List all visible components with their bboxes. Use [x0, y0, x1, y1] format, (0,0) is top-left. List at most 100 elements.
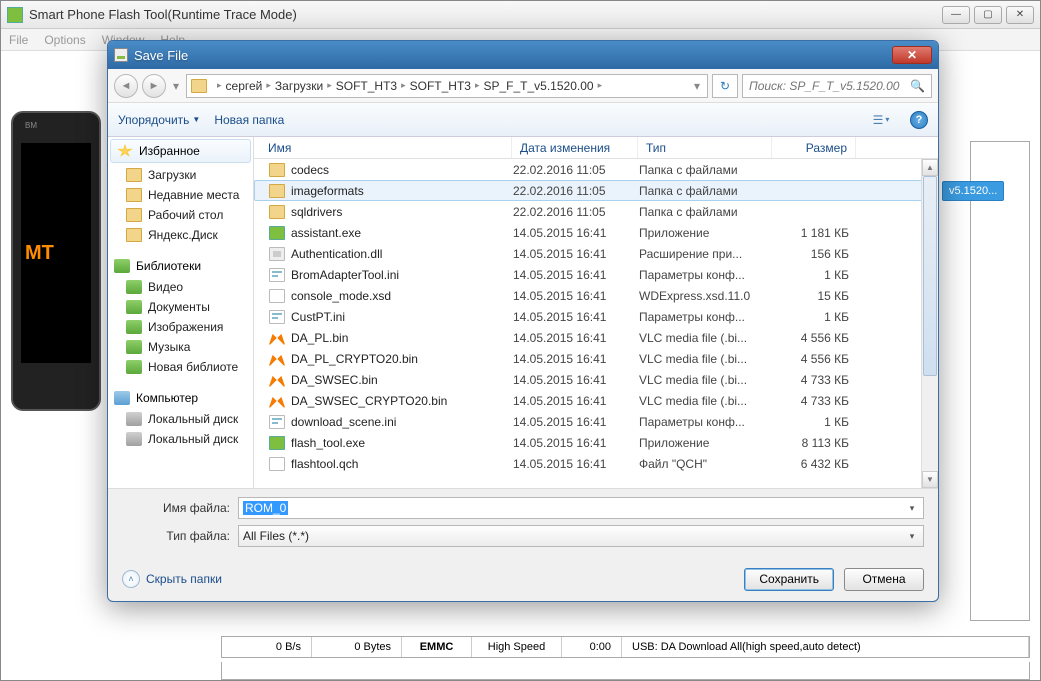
sidebar-computer[interactable]: Компьютер — [108, 387, 253, 409]
file-row[interactable]: DA_SWSEC_CRYPTO20.bin14.05.2015 16:41VLC… — [254, 390, 938, 411]
filename-dropdown[interactable]: ▾ — [905, 503, 919, 514]
menu-file[interactable]: File — [9, 33, 28, 47]
sidebar-item[interactable]: Локальный диск — [108, 409, 253, 429]
file-row[interactable]: flashtool.qch14.05.2015 16:41Файл "QCH"6… — [254, 453, 938, 474]
dialog-titlebar: Save File ✕ — [108, 41, 938, 69]
col-size[interactable]: Размер — [772, 137, 856, 158]
maximize-button[interactable]: ▢ — [974, 6, 1002, 24]
file-icon — [269, 310, 285, 324]
folder-icon — [126, 360, 142, 374]
file-row[interactable]: DA_PL.bin14.05.2015 16:41VLC media file … — [254, 327, 938, 348]
folder-icon — [126, 188, 142, 202]
sidebar-item[interactable]: Загрузки — [108, 165, 253, 185]
file-row[interactable]: imageformats22.02.2016 11:05Папка с файл… — [254, 180, 938, 201]
new-folder-button[interactable]: Новая папка — [214, 113, 284, 127]
sidebar-libraries[interactable]: Библиотеки — [108, 255, 253, 277]
sidebar-item[interactable]: Документы — [108, 297, 253, 317]
nav-history-dropdown[interactable]: ▾ — [170, 76, 182, 96]
filetype-select[interactable]: All Files (*.*) ▾ — [238, 525, 924, 547]
sidebar-item[interactable]: Локальный диск — [108, 429, 253, 449]
refresh-button[interactable]: ↻ — [712, 74, 738, 98]
file-row[interactable]: console_mode.xsd14.05.2015 16:41WDExpres… — [254, 285, 938, 306]
sidebar-item[interactable]: Новая библиоте — [108, 357, 253, 377]
nav-back-button[interactable]: ◄ — [114, 74, 138, 98]
file-row[interactable]: sqldrivers22.02.2016 11:05Папка с файлам… — [254, 201, 938, 222]
status-storage: EMMC — [402, 637, 472, 657]
close-main-button[interactable]: ✕ — [1006, 6, 1034, 24]
hide-folders-toggle[interactable]: ˄ Скрыть папки — [122, 570, 222, 588]
minimize-button[interactable]: — — [942, 6, 970, 24]
save-file-dialog: Save File ✕ ◄ ► ▾ ▸ сергей▸ Загрузки▸ SO… — [107, 40, 939, 602]
scroll-down-button[interactable]: ▼ — [922, 471, 938, 488]
scroll-thumb[interactable] — [923, 176, 937, 376]
file-row[interactable]: assistant.exe14.05.2015 16:41Приложение1… — [254, 222, 938, 243]
dialog-toolbar: Упорядочить ▼ Новая папка ☰▾ ? — [108, 103, 938, 137]
chevron-up-icon: ˄ — [122, 570, 140, 588]
version-chip[interactable]: v5.1520... — [942, 181, 1004, 201]
file-row[interactable]: download_scene.ini14.05.2015 16:41Параме… — [254, 411, 938, 432]
file-icon — [269, 268, 285, 282]
dialog-icon — [114, 48, 128, 62]
file-icon — [269, 352, 285, 366]
filetype-label: Тип файла: — [122, 529, 238, 543]
status-speed: High Speed — [472, 637, 562, 657]
scroll-up-button[interactable]: ▲ — [922, 159, 938, 176]
status-bytes: 0 Bytes — [312, 637, 402, 657]
sidebar-item[interactable]: Музыка — [108, 337, 253, 357]
file-row[interactable]: codecs22.02.2016 11:05Папка с файлами — [254, 159, 938, 180]
folder-icon — [126, 412, 142, 426]
filename-input[interactable]: ROM_0 — [243, 501, 288, 515]
folder-icon — [126, 280, 142, 294]
dialog-title: Save File — [134, 48, 892, 63]
search-input[interactable] — [749, 79, 906, 93]
folder-icon — [126, 228, 142, 242]
sidebar-item[interactable]: Яндекс.Диск — [108, 225, 253, 245]
sidebar-item[interactable]: Видео — [108, 277, 253, 297]
dialog-close-button[interactable]: ✕ — [892, 46, 932, 64]
file-icon — [269, 226, 285, 240]
view-mode-button[interactable]: ☰▾ — [866, 110, 896, 130]
file-list: Имя Дата изменения Тип Размер codecs22.0… — [254, 137, 938, 488]
file-row[interactable]: CustPT.ini14.05.2015 16:41Параметры конф… — [254, 306, 938, 327]
footer-bar — [221, 662, 1030, 680]
save-button[interactable]: Сохранить — [744, 568, 834, 591]
sidebar-item[interactable]: Недавние места — [108, 185, 253, 205]
folder-icon — [126, 432, 142, 446]
vertical-scrollbar[interactable]: ▲ ▼ — [921, 159, 938, 488]
app-icon — [7, 7, 23, 23]
file-icon — [269, 247, 285, 261]
menu-options[interactable]: Options — [44, 33, 85, 47]
filename-field[interactable]: ROM_0 ▾ — [238, 497, 924, 519]
path-dropdown[interactable]: ▾ — [691, 76, 703, 96]
file-row[interactable]: BromAdapterTool.ini14.05.2015 16:41Парам… — [254, 264, 938, 285]
col-date[interactable]: Дата изменения — [512, 137, 638, 158]
file-row[interactable]: DA_PL_CRYPTO20.bin14.05.2015 16:41VLC me… — [254, 348, 938, 369]
file-icon — [269, 394, 285, 408]
dialog-inputs: Имя файла: ROM_0 ▾ Тип файла: All Files … — [108, 489, 938, 557]
sidebar-favorites[interactable]: Избранное — [110, 139, 251, 163]
search-box[interactable]: 🔍 — [742, 74, 932, 98]
col-type[interactable]: Тип — [638, 137, 772, 158]
file-row[interactable]: flash_tool.exe14.05.2015 16:41Приложение… — [254, 432, 938, 453]
file-row[interactable]: Authentication.dll14.05.2015 16:41Расшир… — [254, 243, 938, 264]
sidebar-item[interactable]: Изображения — [108, 317, 253, 337]
folder-icon — [191, 79, 207, 93]
cancel-button[interactable]: Отмена — [844, 568, 924, 591]
search-icon: 🔍 — [910, 79, 925, 93]
breadcrumb-path[interactable]: ▸ сергей▸ Загрузки▸ SOFT_HT3▸ SOFT_HT3▸ … — [186, 74, 708, 98]
main-title: Smart Phone Flash Tool(Runtime Trace Mod… — [29, 7, 942, 22]
sidebar-item[interactable]: Рабочий стол — [108, 205, 253, 225]
file-row[interactable]: DA_SWSEC.bin14.05.2015 16:41VLC media fi… — [254, 369, 938, 390]
col-name[interactable]: Имя — [254, 137, 512, 158]
folder-icon — [126, 208, 142, 222]
file-icon — [269, 163, 285, 177]
file-icon — [269, 184, 285, 198]
nav-forward-button[interactable]: ► — [142, 74, 166, 98]
phone-preview: BM MT — [11, 111, 101, 411]
filetype-dropdown-icon: ▾ — [905, 531, 919, 542]
file-icon — [269, 457, 285, 471]
help-button[interactable]: ? — [910, 111, 928, 129]
filename-label: Имя файла: — [122, 501, 238, 515]
right-panel — [970, 141, 1030, 621]
organize-menu[interactable]: Упорядочить ▼ — [118, 113, 200, 127]
